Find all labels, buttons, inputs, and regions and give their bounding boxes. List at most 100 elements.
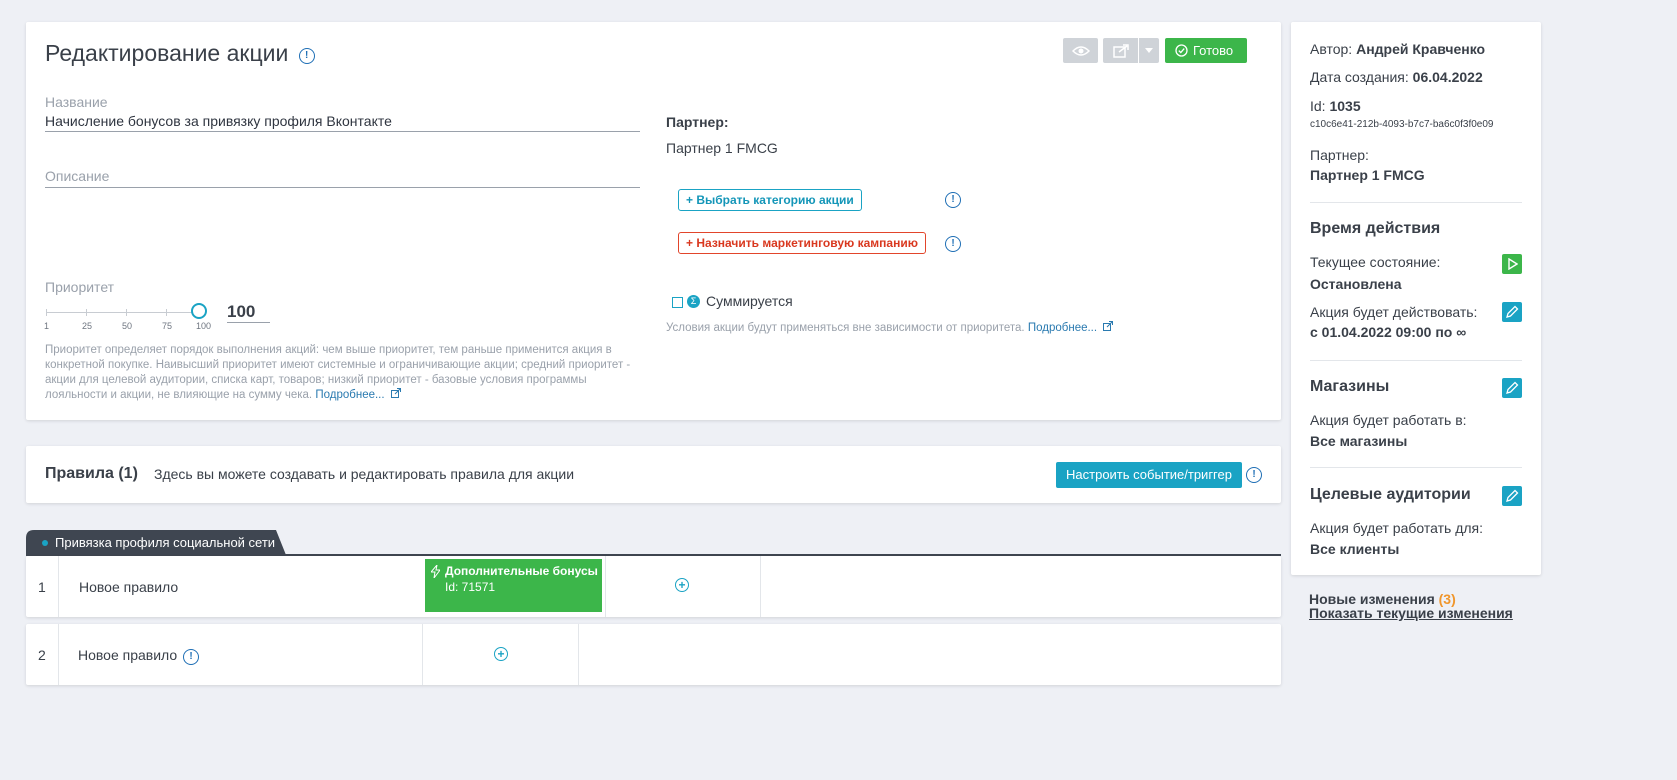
info-icon[interactable]: ! bbox=[945, 192, 961, 208]
description-placeholder: Описание bbox=[45, 168, 110, 184]
export-button[interactable] bbox=[1103, 38, 1138, 63]
rule-row[interactable]: 2 Новое правило ! + bbox=[26, 624, 1281, 685]
promotion-id: Id: 1035 bbox=[1310, 98, 1361, 114]
edit-period-button[interactable] bbox=[1502, 302, 1522, 322]
eye-icon bbox=[1072, 46, 1090, 56]
info-icon[interactable]: ! bbox=[1246, 467, 1262, 483]
priority-input[interactable]: 100 bbox=[227, 302, 270, 323]
page-title: Редактирование акции ! bbox=[45, 40, 315, 67]
rules-title: Правила (1) bbox=[45, 465, 138, 482]
action-title: Дополнительные бонусы bbox=[445, 564, 598, 578]
start-button[interactable] bbox=[1502, 254, 1522, 274]
slider-tick-label: 50 bbox=[122, 321, 133, 331]
priority-value: 100 bbox=[227, 302, 256, 321]
rules-header-card: Правила (1) Здесь вы можете создавать и … bbox=[26, 446, 1281, 503]
warning-icon[interactable]: ! bbox=[183, 649, 200, 665]
stores-value: Все магазины bbox=[1310, 433, 1408, 449]
edit-stores-button[interactable] bbox=[1502, 378, 1522, 398]
priority-slider[interactable]: 1 25 50 75 100 bbox=[44, 302, 211, 332]
trigger-button-label: Настроить событие/триггер bbox=[1066, 467, 1232, 482]
share-icon bbox=[1113, 44, 1129, 58]
slider-tick bbox=[46, 309, 47, 316]
add-action-button[interactable]: + bbox=[494, 647, 508, 661]
rule-number: 2 bbox=[38, 647, 46, 663]
slider-tick-label: 25 bbox=[82, 321, 93, 331]
slider-handle[interactable] bbox=[191, 303, 207, 319]
rules-tab[interactable]: Привязка профиля социальной сети bbox=[26, 530, 286, 555]
id-label: Id: bbox=[1310, 98, 1326, 114]
rule-name-text: Новое правило bbox=[78, 647, 178, 663]
row-divider bbox=[58, 556, 59, 617]
pencil-icon bbox=[1506, 489, 1519, 502]
slider-tick-label: 100 bbox=[196, 321, 212, 331]
period-value: с 01.04.2022 09:00 по ∞ bbox=[1310, 324, 1467, 340]
done-label: Готово bbox=[1193, 43, 1234, 58]
slider-track bbox=[46, 312, 198, 313]
slider-tick-label: 75 bbox=[162, 321, 173, 331]
pencil-icon bbox=[1506, 381, 1519, 394]
rule-name[interactable]: Новое правило ! bbox=[78, 647, 200, 665]
check-circle-icon bbox=[1175, 44, 1188, 57]
promotion-guid: c10c6e41-212b-4093-b7c7-ba6c0f3f0e09 bbox=[1310, 119, 1494, 130]
name-input[interactable]: Начисление бонусов за привязку профиля В… bbox=[45, 113, 640, 132]
summable-hint: Условия акции будут применяться вне зави… bbox=[666, 321, 1114, 334]
priority-more-link[interactable]: Подробнее... bbox=[315, 389, 384, 401]
divider bbox=[1310, 467, 1522, 468]
stores-label: Акция будет работать в: bbox=[1310, 412, 1467, 428]
done-button[interactable]: Готово bbox=[1165, 38, 1247, 63]
state-value: Остановлена bbox=[1310, 276, 1402, 292]
sidebar-partner-label: Партнер: bbox=[1310, 147, 1369, 163]
row-divider bbox=[422, 624, 423, 685]
action-id: Id: 71571 bbox=[445, 580, 496, 594]
audience-value: Все клиенты bbox=[1310, 541, 1400, 557]
info-icon[interactable]: ! bbox=[298, 48, 315, 64]
promotion-edit-card: Редактирование акции ! Готово Название Н… bbox=[26, 22, 1281, 420]
assign-campaign-button[interactable]: + Назначить маркетинговую кампанию bbox=[678, 232, 926, 254]
rule-number: 1 bbox=[38, 579, 46, 595]
show-changes-link[interactable]: Показать текущие изменения bbox=[1309, 605, 1513, 621]
preview-button[interactable] bbox=[1063, 38, 1098, 63]
created-label: Дата создания: bbox=[1310, 69, 1409, 85]
export-dropdown-button[interactable] bbox=[1139, 38, 1159, 63]
name-value: Начисление бонусов за привязку профиля В… bbox=[45, 113, 392, 129]
rule-row[interactable]: 1 Новое правило Дополнительные бонусы Id… bbox=[26, 556, 1281, 617]
divider bbox=[1310, 360, 1522, 361]
trigger-button[interactable]: Настроить событие/триггер bbox=[1056, 462, 1242, 488]
partner-value: Партнер 1 FMCG bbox=[666, 140, 778, 156]
row-divider bbox=[760, 556, 761, 617]
rules-description: Здесь вы можете создавать и редактироват… bbox=[154, 466, 575, 482]
action-block[interactable]: Дополнительные бонусы Id: 71571 bbox=[425, 559, 602, 612]
slider-tick bbox=[126, 309, 127, 316]
choose-category-button[interactable]: + Выбрать категорию акции bbox=[678, 189, 862, 211]
info-icon[interactable]: ! bbox=[945, 236, 961, 252]
caret-down-icon bbox=[1145, 48, 1153, 53]
author-value: Андрей Кравченко bbox=[1356, 41, 1486, 57]
description-input[interactable]: Описание bbox=[45, 168, 640, 188]
add-action-button[interactable]: + bbox=[675, 578, 689, 592]
divider bbox=[1310, 202, 1522, 203]
slider-tick bbox=[166, 309, 167, 316]
choose-category-label: + Выбрать категорию акции bbox=[686, 193, 854, 207]
period-label: Акция будет действовать: bbox=[1310, 304, 1478, 320]
assign-campaign-label: + Назначить маркетинговую кампанию bbox=[686, 236, 918, 250]
time-section-title: Время действия bbox=[1310, 220, 1441, 237]
page-title-text: Редактирование акции bbox=[45, 40, 289, 66]
rule-name[interactable]: Новое правило bbox=[79, 579, 178, 595]
sidebar-partner-value: Партнер 1 FMCG bbox=[1310, 167, 1425, 183]
row-divider bbox=[578, 624, 579, 685]
created-date: Дата создания: 06.04.2022 bbox=[1310, 69, 1483, 85]
summable-more-link[interactable]: Подробнее... bbox=[1028, 322, 1097, 334]
info-sidebar: Автор: Андрей Кравченко Дата создания: 0… bbox=[1291, 22, 1541, 575]
tab-dot-icon bbox=[42, 540, 48, 546]
id-value: 1035 bbox=[1329, 98, 1361, 114]
stores-section-title: Магазины bbox=[1310, 378, 1390, 395]
edit-audience-button[interactable] bbox=[1502, 486, 1522, 506]
priority-hint: Приоритет определяет порядок выполнения … bbox=[45, 343, 645, 403]
audience-label: Акция будет работать для: bbox=[1310, 520, 1484, 536]
partner-label: Партнер: bbox=[666, 114, 729, 130]
author-label: Автор: bbox=[1310, 41, 1353, 57]
lightning-icon bbox=[431, 565, 440, 578]
summable-checkbox[interactable] bbox=[672, 297, 683, 308]
summable-hint-text: Условия акции будут применяться вне зави… bbox=[666, 322, 1025, 334]
row-divider bbox=[605, 556, 606, 617]
